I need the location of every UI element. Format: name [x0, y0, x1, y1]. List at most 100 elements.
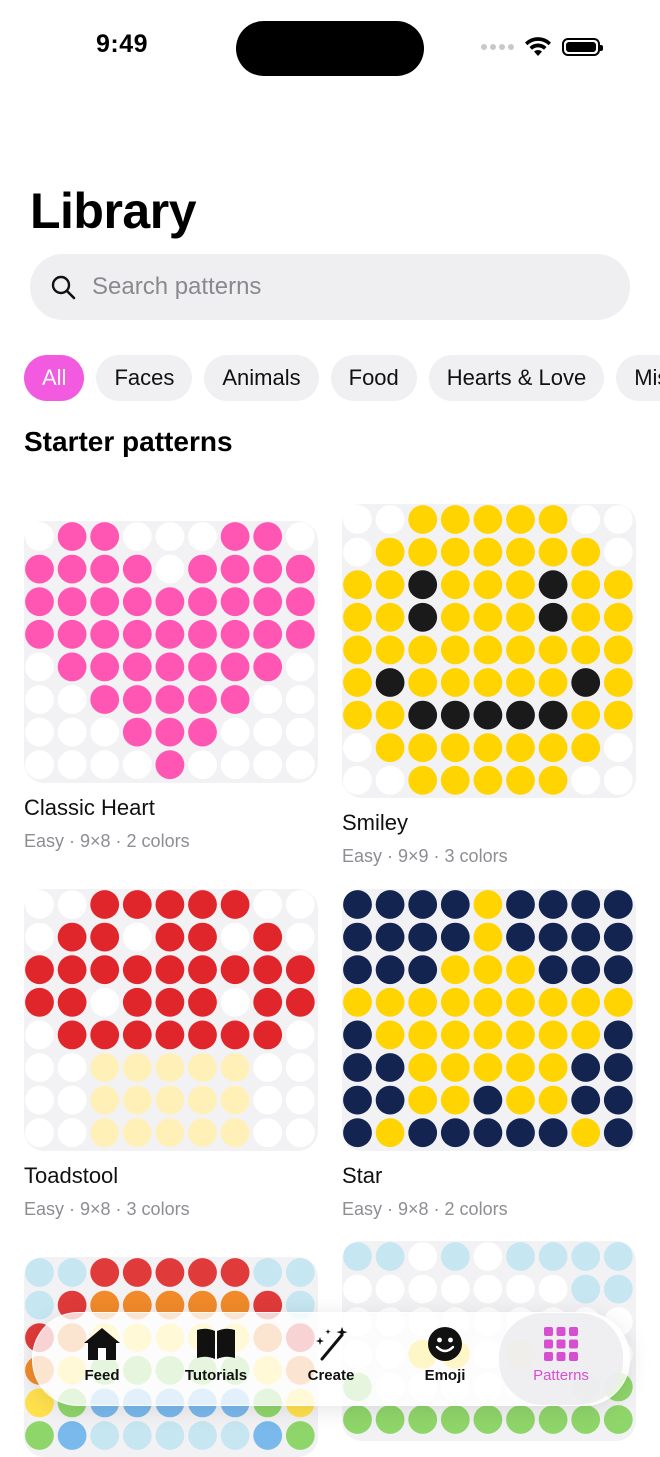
pattern-dot	[506, 733, 535, 763]
pattern-dot	[473, 1053, 503, 1082]
pattern-card[interactable]: Smiley Easy · 9×9 · 3 colors	[342, 504, 636, 867]
pattern-dot	[375, 505, 405, 534]
pattern-thumbnail	[342, 889, 636, 1151]
pattern-card[interactable]: Classic Heart Easy · 9×8 · 2 colors	[24, 521, 318, 852]
filter-chip-all[interactable]: All	[24, 355, 85, 401]
pattern-dot	[90, 1421, 120, 1450]
filter-chip-hearts-love[interactable]: Hearts & Love	[428, 355, 605, 401]
pattern-dot	[408, 668, 438, 697]
search-input[interactable]	[90, 272, 574, 302]
pattern-dot	[473, 1020, 503, 1050]
pattern-dot	[408, 1405, 438, 1434]
pattern-dot	[285, 750, 315, 780]
pattern-dot	[343, 668, 372, 697]
pattern-dot	[285, 1085, 315, 1115]
pattern-dot	[571, 668, 601, 697]
pattern-dot	[571, 765, 601, 795]
pattern-dot	[473, 570, 503, 600]
filter-chip-animals[interactable]: Animals	[204, 355, 319, 401]
pattern-dot	[155, 619, 185, 649]
pattern-dot	[571, 700, 601, 730]
pattern-dot	[25, 587, 54, 617]
pattern-dot	[253, 522, 283, 551]
pattern-dot	[408, 570, 438, 600]
pattern-dot	[408, 537, 438, 567]
pattern-dot	[25, 890, 54, 919]
pattern-dot	[188, 1118, 217, 1148]
pattern-dot	[473, 1274, 503, 1304]
pattern-dot	[25, 652, 54, 682]
pattern-dot	[408, 987, 438, 1017]
pattern-dot	[25, 522, 54, 551]
pattern-dot	[603, 602, 633, 632]
pattern-card[interactable]: Toadstool Easy · 9×8 · 3 colors	[24, 889, 318, 1220]
pattern-dot	[285, 1421, 315, 1450]
pattern-dot	[571, 1053, 601, 1082]
pattern-card[interactable]: Star Easy · 9×8 · 2 colors	[342, 889, 636, 1220]
search-bar[interactable]	[30, 254, 630, 320]
pattern-dot	[440, 537, 470, 567]
pattern-dot	[57, 554, 87, 584]
pattern-dot	[57, 1020, 87, 1050]
pattern-dot	[571, 890, 601, 919]
tab-create[interactable]: Create	[276, 1313, 386, 1405]
pattern-dot	[440, 570, 470, 600]
pattern-dot	[343, 570, 372, 600]
pattern-dot	[25, 1258, 54, 1287]
pattern-dot	[440, 890, 470, 919]
battery-icon	[562, 38, 603, 56]
tab-emoji[interactable]: Emoji	[390, 1313, 500, 1405]
pattern-dot	[122, 717, 152, 747]
pattern-dot	[122, 1053, 152, 1082]
pattern-dot	[90, 652, 120, 682]
pattern-dot	[343, 505, 372, 534]
pattern-dot	[253, 1053, 283, 1082]
tab-bar: Feed Tutorials Create Emoji Patterns	[32, 1312, 630, 1406]
pattern-dot	[90, 522, 120, 551]
pattern-dot	[603, 1118, 633, 1148]
tab-patterns[interactable]: Patterns	[499, 1313, 623, 1405]
pattern-meta: Easy · 9×8 · 2 colors	[24, 831, 190, 851]
pattern-dot	[220, 619, 250, 649]
pattern-dot	[538, 733, 568, 763]
pattern-dot	[375, 1274, 405, 1304]
tab-feed[interactable]: Feed	[47, 1313, 157, 1405]
dot-grid	[25, 890, 315, 1148]
pattern-dot	[343, 602, 372, 632]
filter-chip-food[interactable]: Food	[330, 355, 417, 401]
pattern-dot	[375, 1085, 405, 1115]
pattern-dot	[57, 1258, 87, 1287]
pattern-dot	[155, 1421, 185, 1450]
pattern-dot	[506, 1085, 535, 1115]
pattern-dot	[473, 602, 503, 632]
filter-chip-misc[interactable]: Misc	[616, 355, 660, 401]
filter-chip-faces[interactable]: Faces	[96, 355, 193, 401]
pattern-dot	[253, 1421, 283, 1450]
cellular-signal-icon	[481, 44, 514, 50]
grid-icon	[544, 1327, 578, 1361]
pattern-dot	[603, 1274, 633, 1304]
pattern-dot	[253, 922, 283, 952]
pattern-dot	[90, 922, 120, 952]
pattern-dot	[220, 685, 250, 714]
pattern-dot	[440, 700, 470, 730]
pattern-dot	[603, 1020, 633, 1050]
pattern-dot	[253, 1118, 283, 1148]
pattern-dot	[57, 717, 87, 747]
pattern-dot	[408, 890, 438, 919]
pattern-meta: Easy · 9×8 · 3 colors	[24, 1199, 190, 1219]
tab-tutorials[interactable]: Tutorials	[161, 1313, 271, 1405]
pattern-dot	[25, 1020, 54, 1050]
pattern-dot	[343, 700, 372, 730]
pattern-dot	[25, 1053, 54, 1082]
pattern-dot	[473, 890, 503, 919]
pattern-dot	[90, 890, 120, 919]
pattern-dot	[285, 522, 315, 551]
pattern-dot	[25, 1421, 54, 1450]
tab-label: Patterns	[533, 1367, 589, 1384]
pattern-dot	[155, 987, 185, 1017]
pattern-dot	[603, 635, 633, 665]
pattern-dot	[571, 1274, 601, 1304]
pattern-dot	[506, 602, 535, 632]
pattern-dot	[473, 1242, 503, 1271]
